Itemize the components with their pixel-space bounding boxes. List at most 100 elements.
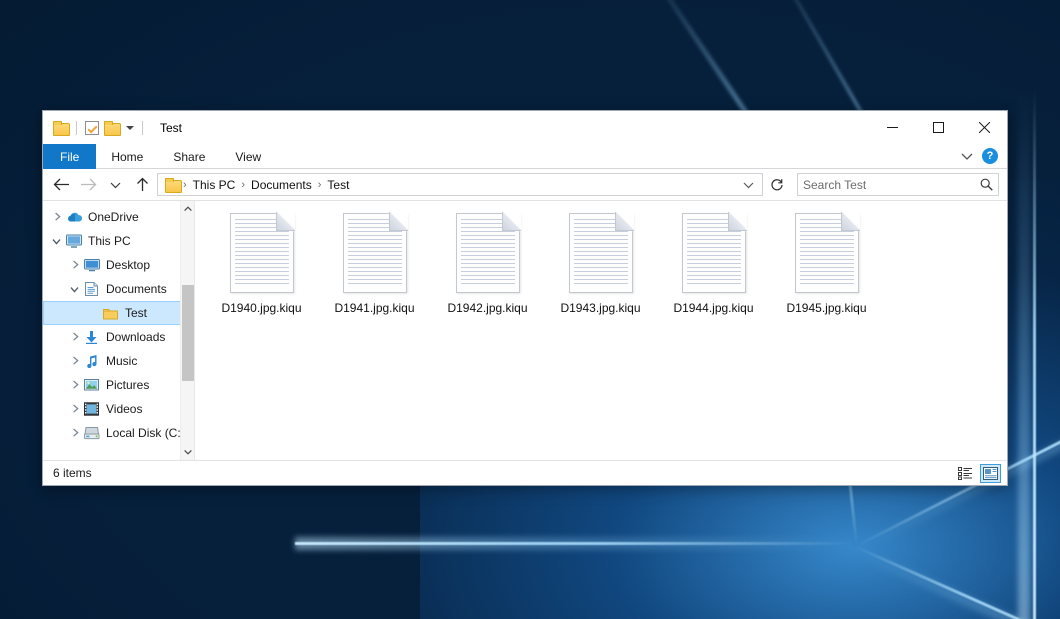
sidebar-item-downloads[interactable]: Downloads bbox=[43, 325, 194, 349]
sidebar-item-label: Pictures bbox=[106, 378, 149, 392]
large-icons-view-button[interactable] bbox=[980, 464, 1001, 483]
sidebar-item-desktop[interactable]: Desktop bbox=[43, 253, 194, 277]
tab-share[interactable]: Share bbox=[158, 144, 220, 169]
title-bar[interactable]: Test bbox=[43, 111, 1007, 144]
address-bar[interactable]: › This PC › Documents › Test bbox=[157, 173, 763, 196]
details-view-button[interactable] bbox=[955, 464, 976, 483]
customize-qat-caret-icon[interactable] bbox=[126, 126, 134, 130]
file-name-label: D1945.jpg.kiqu bbox=[786, 301, 866, 315]
file-list-view[interactable]: D1940.jpg.kiqu D1941.jpg.kiquD1942.jpg.ki… bbox=[195, 201, 1007, 460]
sidebar-item-music[interactable]: Music bbox=[43, 349, 194, 373]
breadcrumb-item-documents[interactable]: Documents bbox=[246, 178, 317, 192]
cloud-icon bbox=[65, 210, 82, 224]
new-folder-icon[interactable] bbox=[104, 121, 119, 134]
sidebar-item-pictures[interactable]: Pictures bbox=[43, 373, 194, 397]
close-button[interactable] bbox=[961, 111, 1007, 144]
sidebar-scrollbar[interactable] bbox=[180, 201, 194, 460]
file-item[interactable]: D1945.jpg.kiqu bbox=[770, 207, 883, 319]
scroll-down-arrow-icon[interactable] bbox=[181, 444, 194, 460]
chevron-down-icon[interactable] bbox=[49, 237, 65, 246]
sidebar-item-label: Desktop bbox=[106, 258, 150, 272]
file-item[interactable]: D1942.jpg.kiqu bbox=[431, 207, 544, 319]
videos-icon bbox=[83, 402, 100, 416]
generic-document-icon bbox=[795, 213, 859, 293]
breadcrumb: › This PC › Documents › Test bbox=[182, 178, 737, 192]
chevron-right-icon[interactable] bbox=[67, 428, 83, 438]
ribbon-tab-bar: File Home Share View ? bbox=[43, 144, 1007, 169]
drive-icon bbox=[83, 426, 100, 440]
file-explorer-window: Test File Home Share View ? bbox=[42, 110, 1008, 486]
sidebar-item-label: Local Disk (C:) bbox=[106, 426, 185, 440]
sidebar-item-test[interactable]: Test bbox=[43, 301, 194, 325]
tab-view[interactable]: View bbox=[220, 144, 276, 169]
generic-document-icon bbox=[230, 213, 294, 293]
file-name-label: D1940.jpg.kiqu bbox=[221, 301, 301, 315]
sidebar-scrollbar-thumb[interactable] bbox=[182, 285, 194, 381]
help-icon[interactable]: ? bbox=[982, 148, 998, 164]
up-button[interactable] bbox=[130, 173, 155, 197]
sidebar-item-label: OneDrive bbox=[88, 210, 139, 224]
search-input[interactable]: Search Test bbox=[803, 178, 980, 192]
chevron-right-icon[interactable] bbox=[67, 260, 83, 270]
folder-tree: OneDrive This PC Desktop Documents Test Downl… bbox=[43, 201, 194, 445]
generic-document-icon bbox=[682, 213, 746, 293]
sidebar-item-videos[interactable]: Videos bbox=[43, 397, 194, 421]
sidebar-item-label: Test bbox=[125, 306, 147, 320]
window-body: OneDrive This PC Desktop Documents Test Downl… bbox=[43, 200, 1007, 460]
view-buttons bbox=[955, 464, 1001, 483]
refresh-button[interactable] bbox=[765, 173, 789, 196]
breadcrumb-item-this-pc[interactable]: This PC bbox=[188, 178, 241, 192]
sidebar-item-onedrive[interactable]: OneDrive bbox=[43, 205, 194, 229]
sidebar-item-local-disk-c[interactable]: Local Disk (C:) bbox=[43, 421, 194, 445]
breadcrumb-item-test[interactable]: Test bbox=[322, 178, 354, 192]
folder-icon[interactable] bbox=[53, 121, 68, 134]
file-item[interactable]: D1943.jpg.kiqu bbox=[544, 207, 657, 319]
maximize-button[interactable] bbox=[915, 111, 961, 144]
folder-icon bbox=[102, 307, 119, 320]
tab-file[interactable]: File bbox=[43, 144, 96, 169]
address-bar-row: › This PC › Documents › Test Search Test bbox=[43, 169, 1007, 200]
chevron-right-icon[interactable] bbox=[67, 380, 83, 390]
file-item[interactable]: D1944.jpg.kiqu bbox=[657, 207, 770, 319]
address-dropdown-icon[interactable] bbox=[737, 178, 760, 192]
properties-icon[interactable] bbox=[85, 121, 99, 135]
chevron-right-icon[interactable] bbox=[67, 332, 83, 342]
search-icon[interactable] bbox=[980, 178, 993, 191]
generic-document-icon bbox=[456, 213, 520, 293]
monitor-icon bbox=[65, 234, 82, 248]
file-item[interactable]: D1941.jpg.kiqu bbox=[318, 207, 431, 319]
tab-home[interactable]: Home bbox=[96, 144, 158, 169]
forward-button[interactable] bbox=[76, 173, 101, 197]
ribbon-right-controls: ? bbox=[961, 144, 1007, 168]
generic-document-icon bbox=[343, 213, 407, 293]
sidebar-item-this-pc[interactable]: This PC bbox=[43, 229, 194, 253]
documents-icon bbox=[83, 282, 100, 296]
scroll-up-arrow-icon[interactable] bbox=[181, 201, 194, 217]
back-button[interactable] bbox=[49, 173, 74, 197]
address-folder-icon bbox=[165, 178, 180, 191]
chevron-right-icon[interactable] bbox=[67, 404, 83, 414]
download-icon bbox=[83, 330, 100, 344]
sidebar-item-label: Videos bbox=[106, 402, 142, 416]
sidebar-item-label: Downloads bbox=[106, 330, 165, 344]
window-controls bbox=[869, 111, 1007, 144]
file-name-label: D1943.jpg.kiqu bbox=[560, 301, 640, 315]
qat-separator-2 bbox=[142, 121, 143, 135]
chevron-right-icon[interactable] bbox=[49, 212, 65, 222]
sidebar-item-documents[interactable]: Documents bbox=[43, 277, 194, 301]
recent-locations-button[interactable] bbox=[103, 173, 128, 197]
desktop-icon bbox=[83, 258, 100, 272]
search-box[interactable]: Search Test bbox=[797, 173, 999, 196]
window-title: Test bbox=[160, 121, 182, 135]
quick-access-toolbar: Test bbox=[43, 111, 182, 144]
chevron-right-icon[interactable] bbox=[67, 356, 83, 366]
minimize-button[interactable] bbox=[869, 111, 915, 144]
navigation-pane: OneDrive This PC Desktop Documents Test Downl… bbox=[43, 201, 195, 460]
chevron-down-icon[interactable] bbox=[67, 285, 83, 294]
file-name-label: D1944.jpg.kiqu bbox=[673, 301, 753, 315]
file-grid: D1940.jpg.kiqu D1941.jpg.kiquD1942.jpg.ki… bbox=[195, 201, 1007, 319]
qat-separator-1 bbox=[76, 121, 77, 135]
sidebar-item-label: Music bbox=[106, 354, 137, 368]
chevron-down-icon[interactable] bbox=[961, 152, 973, 161]
file-item[interactable]: D1940.jpg.kiqu bbox=[205, 207, 318, 319]
